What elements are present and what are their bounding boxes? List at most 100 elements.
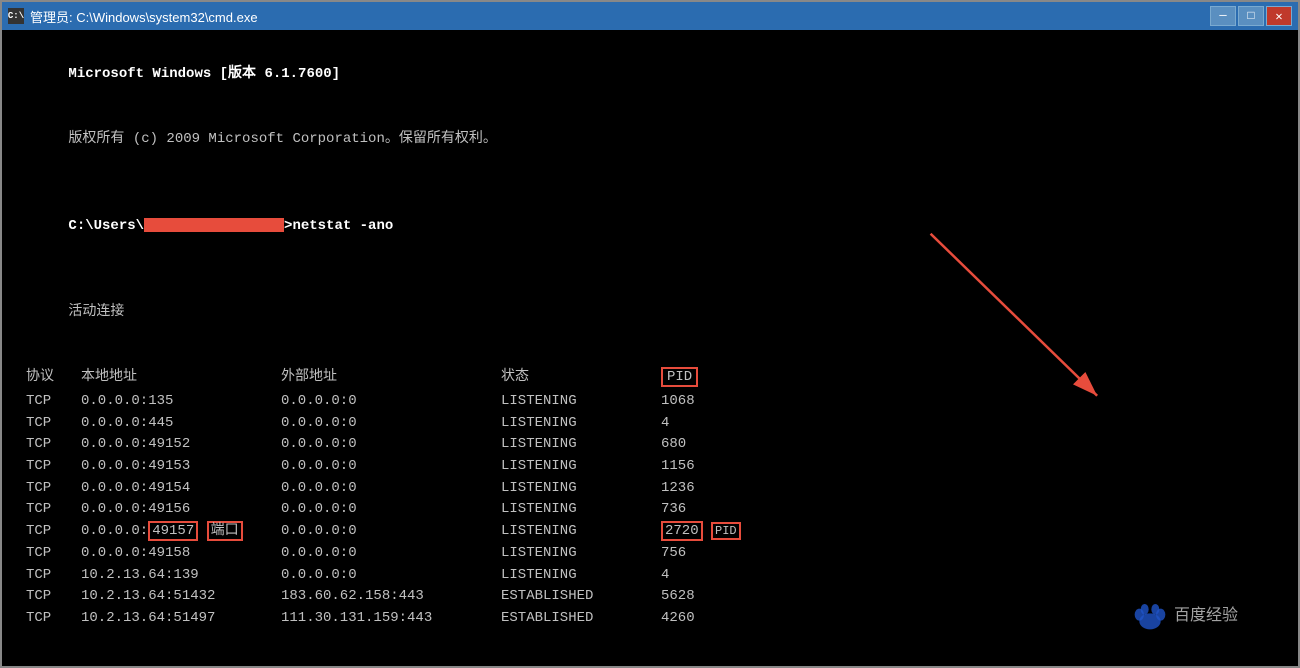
cell-remote: 0.0.0.0:0 [281, 499, 501, 521]
cell-pid: 5628 [661, 586, 741, 608]
table-row: TCP0.0.0.0:491520.0.0.0:0LISTENING680 [26, 434, 1282, 456]
cell-local: 0.0.0.0:49157 端口 [81, 521, 281, 543]
cell-pid: 756 [661, 543, 741, 565]
table-row: TCP0.0.0.0:1350.0.0.0:0LISTENING1068 [26, 391, 1282, 413]
close-button[interactable]: ✕ [1266, 6, 1292, 26]
active-connections-label: 活动连接 [18, 281, 1282, 346]
maximize-button[interactable]: □ [1238, 6, 1264, 26]
table-row: TCP0.0.0.0:491580.0.0.0:0LISTENING756 [26, 543, 1282, 565]
pid-annotation: PID [711, 522, 741, 540]
cell-remote: 0.0.0.0:0 [281, 543, 501, 565]
cell-proto: TCP [26, 434, 81, 456]
cmd-window: C:\ 管理员: C:\Windows\system32\cmd.exe ─ □… [0, 0, 1300, 668]
cell-proto: TCP [26, 608, 81, 630]
minimize-button[interactable]: ─ [1210, 6, 1236, 26]
line-prompt: C:\Users\ >netstat -ano [18, 194, 1282, 259]
prompt-suffix: >netstat -ano [284, 218, 393, 234]
line-version: Microsoft Windows [版本 6.1.7600] [18, 42, 1282, 107]
cell-state: LISTENING [501, 391, 661, 413]
cell-proto: TCP [26, 391, 81, 413]
cell-proto: TCP [26, 413, 81, 435]
line-blank2 [18, 259, 1282, 281]
cell-pid: 4 [661, 565, 741, 587]
prompt-prefix: C:\Users\ [68, 218, 144, 234]
cell-state: LISTENING [501, 478, 661, 500]
table-row: TCP0.0.0.0:4450.0.0.0:0LISTENING4 [26, 413, 1282, 435]
netstat-table: TCP0.0.0.0:1350.0.0.0:0LISTENING1068TCP0… [18, 391, 1282, 630]
cmd-icon: C:\ [8, 8, 24, 24]
cell-proto: TCP [26, 499, 81, 521]
cell-state: LISTENING [501, 543, 661, 565]
header-remote: 外部地址 [281, 367, 501, 389]
cell-pid: 4260 [661, 608, 741, 630]
header-state: 状态 [501, 367, 661, 389]
cell-state: ESTABLISHED [501, 608, 661, 630]
cell-state: LISTENING [501, 499, 661, 521]
active-connections-text: 活动连接 [68, 304, 124, 320]
cell-local: 0.0.0.0:49156 [81, 499, 281, 521]
cell-pid: 680 [661, 434, 741, 456]
cell-pid: 2720 PID [661, 521, 741, 543]
line-blank3 [18, 346, 1282, 368]
cell-state: LISTENING [501, 413, 661, 435]
table-row: TCP0.0.0.0:491560.0.0.0:0LISTENING736 [26, 499, 1282, 521]
cell-local: 0.0.0.0:49158 [81, 543, 281, 565]
cell-pid: 4 [661, 413, 741, 435]
cell-pid: 1236 [661, 478, 741, 500]
cell-local: 10.2.13.64:51497 [81, 608, 281, 630]
port-label: 端口 [207, 521, 243, 541]
cell-remote: 111.30.131.159:443 [281, 608, 501, 630]
cell-remote: 0.0.0.0:0 [281, 478, 501, 500]
window-controls: ─ □ ✕ [1210, 6, 1292, 26]
cell-remote: 0.0.0.0:0 [281, 413, 501, 435]
table-row: TCP0.0.0.0:491540.0.0.0:0LISTENING1236 [26, 478, 1282, 500]
baidu-paw-icon [1130, 596, 1170, 636]
cell-local: 10.2.13.64:51432 [81, 586, 281, 608]
table-row: TCP0.0.0.0:491530.0.0.0:0LISTENING1156 [26, 456, 1282, 478]
table-row: TCP10.2.13.64:51432183.60.62.158:443ESTA… [26, 586, 1282, 608]
version-text: Microsoft Windows [版本 6.1.7600] [68, 66, 340, 82]
port-highlight: 49157 [148, 521, 198, 541]
cell-proto: TCP [26, 543, 81, 565]
cell-remote: 0.0.0.0:0 [281, 434, 501, 456]
cell-local: 10.2.13.64:139 [81, 565, 281, 587]
cell-state: LISTENING [501, 456, 661, 478]
cell-remote: 0.0.0.0:0 [281, 565, 501, 587]
header-proto: 协议 [26, 367, 81, 389]
cell-local: 0.0.0.0:445 [81, 413, 281, 435]
pid-header-box: PID [661, 367, 698, 387]
cell-proto: TCP [26, 586, 81, 608]
header-pid: PID [661, 367, 741, 389]
cell-remote: 0.0.0.0:0 [281, 456, 501, 478]
cell-state: LISTENING [501, 521, 661, 543]
window-title: 管理员: C:\Windows\system32\cmd.exe [30, 7, 1210, 26]
cell-state: LISTENING [501, 434, 661, 456]
table-headers: 协议 本地地址 外部地址 状态 PID [26, 367, 1282, 389]
title-bar: C:\ 管理员: C:\Windows\system32\cmd.exe ─ □… [2, 2, 1298, 30]
cell-local: 0.0.0.0:49153 [81, 456, 281, 478]
cell-pid: 736 [661, 499, 741, 521]
cell-state: ESTABLISHED [501, 586, 661, 608]
cell-remote: 0.0.0.0:0 [281, 391, 501, 413]
cell-local: 0.0.0.0:49154 [81, 478, 281, 500]
cell-remote: 0.0.0.0:0 [281, 521, 501, 543]
cell-state: LISTENING [501, 565, 661, 587]
header-local: 本地地址 [81, 367, 281, 389]
table-row: TCP0.0.0.0:49157 端口0.0.0.0:0LISTENING272… [26, 521, 1282, 543]
cell-proto: TCP [26, 565, 81, 587]
cell-local: 0.0.0.0:135 [81, 391, 281, 413]
table-row: TCP10.2.13.64:1390.0.0.0:0LISTENING4 [26, 565, 1282, 587]
cell-proto: TCP [26, 478, 81, 500]
line-copyright: 版权所有 (c) 2009 Microsoft Corporation。保留所有… [18, 107, 1282, 172]
cell-proto: TCP [26, 521, 81, 543]
cell-proto: TCP [26, 456, 81, 478]
cell-local: 0.0.0.0:49152 [81, 434, 281, 456]
cell-remote: 183.60.62.158:443 [281, 586, 501, 608]
watermark: 百度经验 [1130, 596, 1238, 636]
line-blank1 [18, 172, 1282, 194]
cell-pid: 1156 [661, 456, 741, 478]
cell-pid: 1068 [661, 391, 741, 413]
copyright-text: 版权所有 (c) 2009 Microsoft Corporation。保留所有… [68, 131, 496, 147]
watermark-text: 百度经验 [1174, 604, 1238, 629]
prompt-redacted [144, 218, 284, 232]
